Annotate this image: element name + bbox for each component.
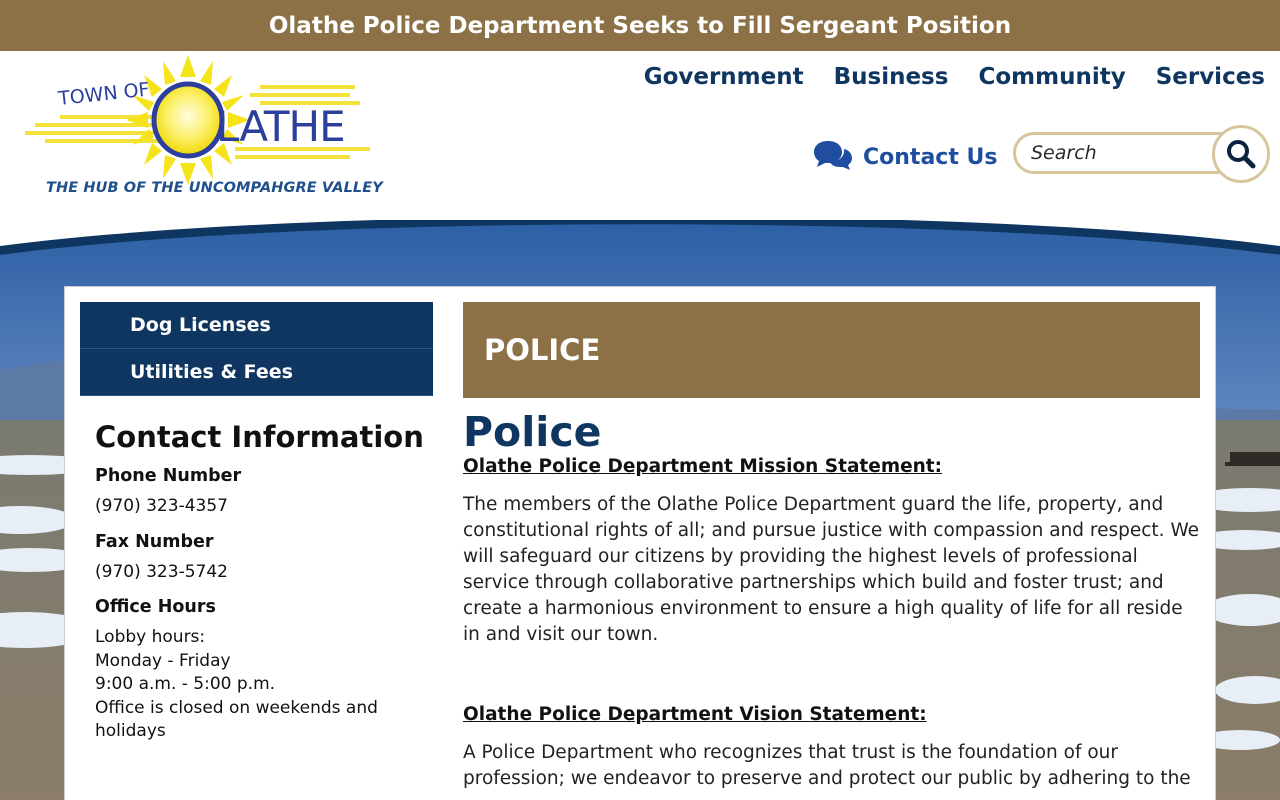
contact-info-title: Contact Information xyxy=(95,420,424,454)
hours-line: Monday - Friday xyxy=(95,650,231,671)
vision-text: A Police Department who recognizes that … xyxy=(463,742,1191,789)
side-menu-utilities-fees[interactable]: Utilities & Fees xyxy=(80,349,433,396)
logo-tagline: THE HUB OF THE UNCOMPAHGRE VALLEY xyxy=(46,180,383,196)
chat-bubbles-icon xyxy=(813,139,853,175)
contact-us-label: Contact Us xyxy=(863,144,998,170)
side-menu: Dog Licenses Utilities & Fees xyxy=(80,302,433,396)
search-icon xyxy=(1227,140,1256,169)
fax-number: (970) 323-5742 xyxy=(95,561,228,582)
search-button[interactable] xyxy=(1212,125,1270,183)
logo-town-of: TOWN OF xyxy=(56,79,150,111)
side-menu-dog-licenses[interactable]: Dog Licenses xyxy=(80,302,433,349)
nav-government[interactable]: Government xyxy=(644,64,804,90)
alert-text[interactable]: Olathe Police Department Seeks to Fill S… xyxy=(269,13,1011,39)
phone-label: Phone Number xyxy=(95,466,242,486)
mission-heading: Olathe Police Department Mission Stateme… xyxy=(463,456,943,477)
nav-services[interactable]: Services xyxy=(1156,64,1265,90)
logo-name: LATHE xyxy=(216,102,345,151)
main-nav: Government Business Community Services xyxy=(644,64,1265,90)
vision-heading: Olathe Police Department Vision Statemen… xyxy=(463,704,927,725)
page-banner: POLICE xyxy=(463,302,1200,398)
hours-line: 9:00 a.m. - 5:00 p.m. xyxy=(95,674,276,694)
hours-line: Lobby hours: xyxy=(95,627,206,647)
fax-label: Fax Number xyxy=(95,531,214,552)
office-hours-label: Office Hours xyxy=(95,597,216,617)
alert-banner[interactable]: Olathe Police Department Seeks to Fill S… xyxy=(0,0,1280,51)
nav-community[interactable]: Community xyxy=(978,64,1125,90)
office-hours: Lobby hours: Monday - Friday 9:00 a.m. -… xyxy=(95,626,425,744)
contact-us-link[interactable]: Contact Us xyxy=(813,139,997,175)
contact-info-section: Contact Information Phone Number (970) 3… xyxy=(95,420,425,744)
nav-business[interactable]: Business xyxy=(834,64,949,90)
search-form xyxy=(1013,125,1271,183)
page-title: Police xyxy=(463,408,602,456)
search-input[interactable] xyxy=(1013,132,1243,174)
article-body: Police Olathe Police Department Mission … xyxy=(463,408,1205,792)
page-banner-title: POLICE xyxy=(484,333,601,367)
phone-number[interactable]: (970) 323-4357 xyxy=(95,495,425,519)
hours-line: Office is closed on weekends and holiday… xyxy=(95,697,378,742)
mission-text: The members of the Olathe Police Departm… xyxy=(463,494,1200,645)
